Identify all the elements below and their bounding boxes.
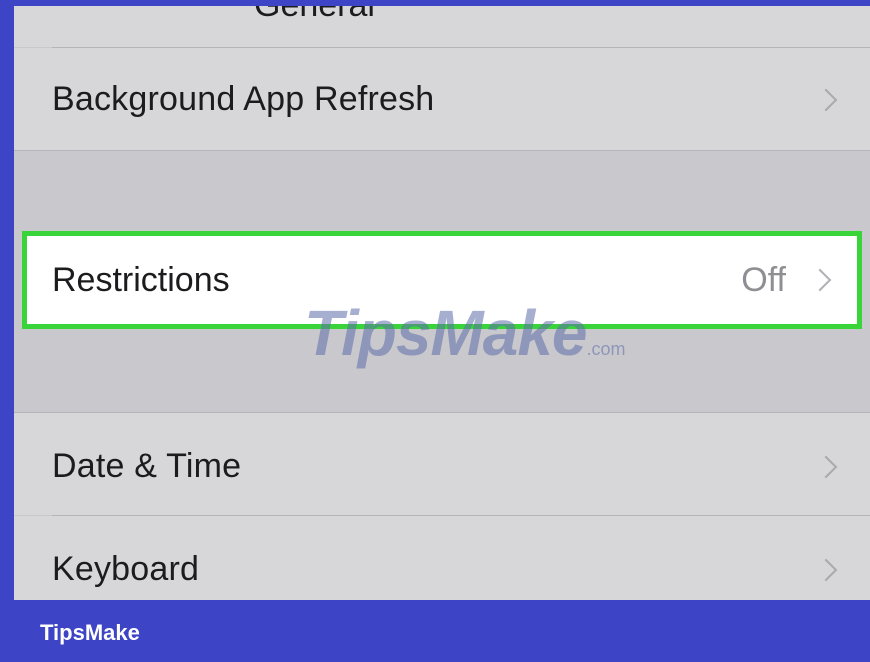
restrictions-label: Restrictions: [52, 261, 230, 299]
settings-row-partial[interactable]: General: [14, 6, 870, 47]
chevron-right-icon: [814, 558, 838, 582]
footer-brand-logo: TipsMake: [40, 620, 140, 645]
chevron-right-icon: [814, 455, 838, 479]
settings-screen: General Background App Refresh Date & Ti…: [14, 6, 870, 600]
restrictions-value: Off: [741, 261, 786, 299]
settings-row-restrictions[interactable]: Restrictions Off: [22, 231, 862, 329]
watermark-suffix: .com: [586, 339, 626, 359]
chevron-right-icon: [814, 88, 838, 112]
footer-bar: TipsMake: [0, 600, 870, 662]
settings-row-date-time[interactable]: Date & Time: [14, 413, 870, 515]
chevron-right-icon: [808, 268, 832, 292]
group-separator: [14, 150, 870, 151]
settings-row-partial-label: General: [254, 6, 375, 25]
settings-row-background-app-refresh[interactable]: Background App Refresh: [14, 48, 870, 150]
settings-row-keyboard[interactable]: Keyboard: [14, 516, 870, 600]
keyboard-label: Keyboard: [52, 550, 200, 588]
date-time-label: Date & Time: [52, 447, 242, 485]
background-app-refresh-label: Background App Refresh: [52, 80, 435, 118]
